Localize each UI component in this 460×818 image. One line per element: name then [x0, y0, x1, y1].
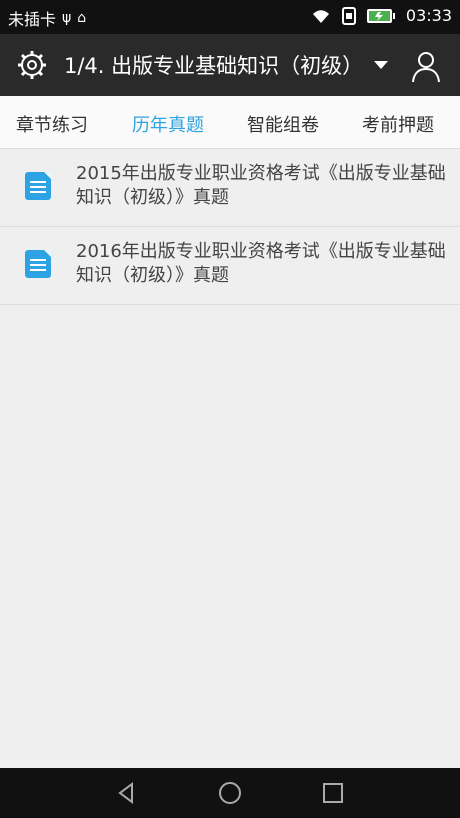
status-left: 未插卡 ψ ⌂ [8, 6, 86, 30]
user-icon[interactable] [408, 48, 444, 84]
tab-predicted-questions[interactable]: 考前押题 [362, 111, 434, 137]
navigation-bar [0, 768, 460, 818]
tab-smart-quiz[interactable]: 智能组卷 [247, 111, 319, 137]
sim-icon [341, 6, 356, 25]
recent-apps-icon[interactable] [320, 780, 346, 806]
wifi-icon [312, 9, 329, 23]
clock-text: 03:33 [405, 6, 452, 25]
usb-icon: ψ [62, 10, 72, 26]
list-item-title: 2015年出版专业职业资格考试《出版专业基础知识（初级）》真题 [76, 163, 446, 208]
battery-icon [366, 8, 395, 23]
page-title[interactable]: 1/4. 出版专业基础知识（初级） [64, 50, 363, 80]
tab-past-exams[interactable]: 历年真题 [132, 111, 204, 137]
tab-bar: 章节练习 历年真题 智能组卷 考前押题 [0, 96, 460, 149]
list-item[interactable]: 2015年出版专业职业资格考试《出版专业基础知识（初级）》真题 [0, 149, 460, 227]
document-icon [25, 250, 51, 278]
app-bar: 1/4. 出版专业基础知识（初级） [0, 34, 460, 96]
status-right: 03:33 [310, 6, 452, 25]
settings-icon[interactable] [16, 49, 48, 81]
android-icon: ⌂ [77, 10, 87, 26]
back-icon[interactable] [114, 780, 140, 806]
home-icon[interactable] [217, 780, 243, 806]
status-bar: 未插卡 ψ ⌂ 03:33 [0, 0, 460, 34]
list-item[interactable]: 2016年出版专业职业资格考试《出版专业基础知识（初级）》真题 [0, 227, 460, 305]
sim-status-text: 未插卡 [8, 10, 57, 29]
exam-list: 2015年出版专业职业资格考试《出版专业基础知识（初级）》真题 2016年出版专… [0, 149, 460, 305]
tab-chapter-practice[interactable]: 章节练习 [16, 111, 88, 137]
list-item-title: 2016年出版专业职业资格考试《出版专业基础知识（初级）》真题 [76, 241, 446, 286]
document-icon [25, 172, 51, 200]
dropdown-icon[interactable] [374, 61, 388, 69]
